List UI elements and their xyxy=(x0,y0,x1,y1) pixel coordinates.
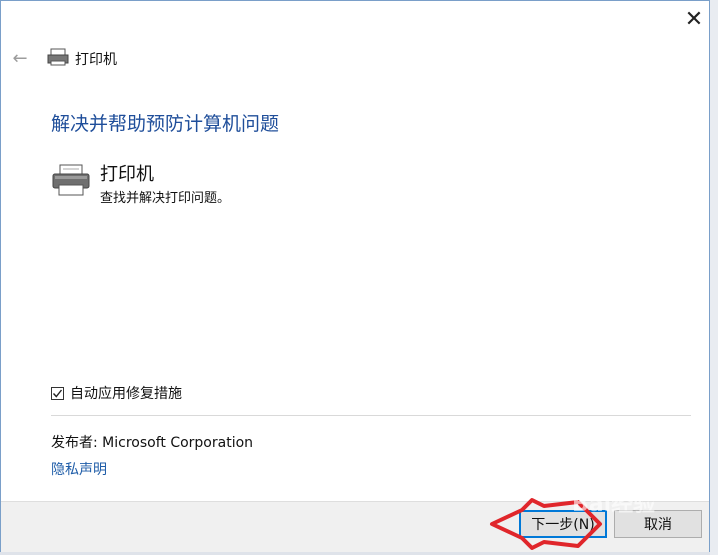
publisher-text: 发布者: Microsoft Corporation xyxy=(51,435,254,451)
auto-fix-checkbox[interactable] xyxy=(51,386,64,400)
troubleshooter-dialog: ✕ ← 打印机 解决并帮助预防计算机问题 打印机 查找并解决打印问题。 自动应用… xyxy=(0,0,710,552)
checkmark-icon xyxy=(52,389,63,398)
back-arrow-icon: ← xyxy=(12,47,28,69)
auto-fix-label: 自动应用修复措施 xyxy=(70,386,182,402)
auto-fix-option[interactable]: 自动应用修复措施 xyxy=(51,383,182,403)
nav-title: 打印机 xyxy=(75,52,117,68)
cancel-button[interactable]: 取消 xyxy=(614,510,702,538)
troubleshooter-description: 查找并解决打印问题。 xyxy=(100,191,231,206)
close-icon: ✕ xyxy=(684,6,704,32)
back-button[interactable]: ← xyxy=(9,47,31,69)
privacy-statement-link[interactable]: 隐私声明 xyxy=(51,459,107,479)
printer-icon xyxy=(52,164,90,196)
next-button[interactable]: 下一步(N) xyxy=(519,510,607,538)
divider xyxy=(51,415,691,416)
page-heading: 解决并帮助预防计算机问题 xyxy=(51,113,280,135)
background-window-edge xyxy=(710,0,718,555)
close-button[interactable]: ✕ xyxy=(677,3,711,35)
printer-icon xyxy=(47,48,69,66)
troubleshooter-title: 打印机 xyxy=(100,164,154,185)
